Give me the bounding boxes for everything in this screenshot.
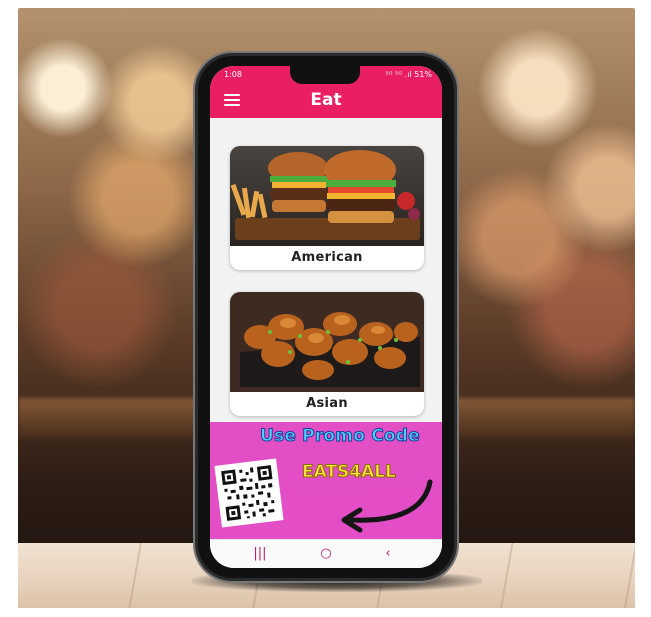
smartphone-frame: 1:08 ⁵ᴳ ⁵ᴳ .ıl 51% Eat American Asian Us… bbox=[198, 56, 454, 578]
promo-headline: Use Promo Code bbox=[260, 426, 421, 447]
promo-banner[interactable]: Use Promo Code EATS4ALL bbox=[210, 422, 442, 540]
camera-notch bbox=[290, 66, 360, 84]
status-time: 1:08 bbox=[224, 70, 242, 79]
recent-apps-icon[interactable]: ||| bbox=[250, 546, 270, 562]
category-card-american[interactable]: American bbox=[230, 146, 424, 270]
category-label: Asian bbox=[306, 396, 348, 411]
back-icon[interactable]: ‹ bbox=[378, 546, 398, 562]
app-title: Eat bbox=[310, 90, 342, 110]
category-card-asian[interactable]: Asian bbox=[230, 292, 424, 416]
qr-code[interactable] bbox=[214, 458, 284, 528]
system-navigation-bar: ||| ○ ‹ bbox=[210, 539, 442, 568]
category-label: American bbox=[291, 250, 363, 265]
home-icon[interactable]: ○ bbox=[316, 546, 336, 562]
orange-chicken-photo bbox=[230, 292, 424, 392]
app-bar: Eat bbox=[210, 84, 442, 118]
status-indicators: ⁵ᴳ ⁵ᴳ .ıl 51% bbox=[385, 70, 432, 79]
phone-screen: 1:08 ⁵ᴳ ⁵ᴳ .ıl 51% Eat American Asian Us… bbox=[210, 66, 442, 568]
curved-arrow-icon bbox=[341, 479, 433, 533]
burger-photo bbox=[230, 146, 424, 246]
